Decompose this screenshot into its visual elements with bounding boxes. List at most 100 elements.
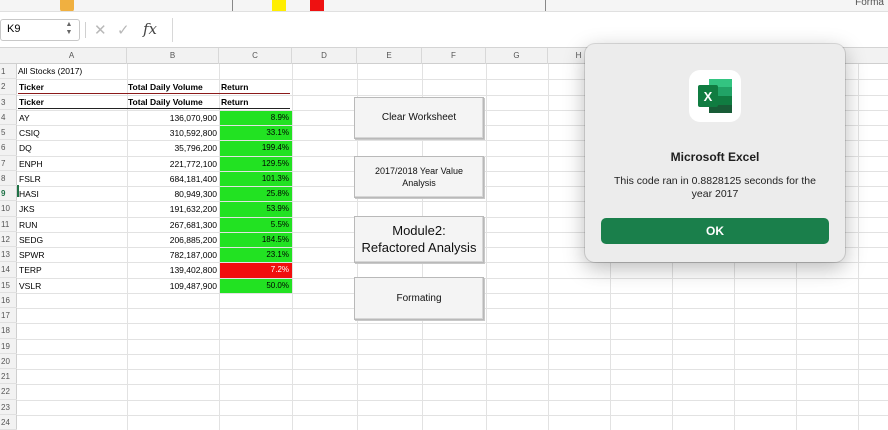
row-header-17[interactable]: 17 — [0, 308, 17, 324]
return-cell[interactable]: 129.5% — [220, 156, 292, 171]
header-return[interactable]: Return — [220, 80, 290, 94]
row-header-8[interactable]: 8 — [0, 171, 17, 186]
refactored-analysis-label-line1: Module2: — [392, 223, 446, 238]
ticker-cell[interactable]: SPWR — [18, 248, 126, 262]
column-header-d[interactable]: D — [292, 48, 357, 64]
ticker-cell[interactable]: ENPH — [18, 157, 126, 171]
column-header-e[interactable]: E — [357, 48, 422, 64]
volume-cell[interactable]: 109,487,900 — [128, 279, 219, 293]
ribbon-divider — [232, 0, 233, 11]
row-header-11[interactable]: 11 — [0, 217, 17, 232]
row-header-14[interactable]: 14 — [0, 262, 17, 278]
return-cell[interactable]: 184.5% — [220, 232, 292, 247]
return-cell[interactable]: 33.1% — [220, 126, 292, 141]
row-header-7[interactable]: 7 — [0, 156, 17, 171]
volume-cell[interactable]: 267,681,300 — [128, 218, 219, 232]
enter-checkmark-icon[interactable]: ✓ — [117, 21, 130, 39]
row-header-9[interactable]: 9 — [0, 186, 17, 202]
active-row-marker — [17, 185, 19, 197]
return-cell[interactable]: 53.9% — [220, 202, 292, 217]
row-header-2[interactable]: 2 — [0, 79, 17, 95]
return-cell[interactable]: 101.3% — [220, 171, 292, 186]
ticker-cell[interactable]: DQ — [18, 141, 126, 155]
return-cell[interactable]: 7.2% — [220, 263, 292, 278]
ribbon-divider — [545, 0, 546, 11]
volume-cell[interactable]: 139,402,800 — [128, 263, 219, 277]
row-header-13[interactable]: 13 — [0, 247, 17, 263]
return-cell[interactable]: 5.5% — [220, 217, 292, 232]
ticker-cell[interactable]: CSIQ — [18, 126, 126, 140]
row-header-18[interactable]: 18 — [0, 323, 17, 339]
row-header-10[interactable]: 10 — [0, 201, 17, 217]
row-header-4[interactable]: 4 — [0, 110, 17, 125]
header-return[interactable]: Return — [220, 95, 290, 109]
header-volume[interactable]: Total Daily Volume — [127, 80, 220, 94]
volume-cell[interactable]: 684,181,400 — [128, 172, 219, 186]
volume-cell[interactable]: 191,632,200 — [128, 202, 219, 216]
ok-button[interactable]: OK — [601, 218, 829, 244]
row-header-6[interactable]: 6 — [0, 140, 17, 156]
year-value-analysis-button[interactable]: 2017/2018 Year Value Analysis — [354, 156, 484, 198]
year-value-analysis-label-line1: 2017/2018 Year Value — [375, 166, 463, 176]
cancel-icon[interactable]: ✕ — [94, 21, 107, 39]
ribbon-strip: Forma — [0, 0, 888, 12]
row-header-15[interactable]: 15 — [0, 278, 17, 293]
return-cell[interactable]: 25.8% — [220, 187, 292, 202]
row-header-19[interactable]: 19 — [0, 339, 17, 354]
header-ticker[interactable]: Ticker — [18, 95, 127, 109]
row-header-1[interactable]: 1 — [0, 64, 17, 80]
column-header-a[interactable]: A — [17, 48, 127, 64]
clear-worksheet-label: Clear Worksheet — [381, 112, 457, 123]
ticker-cell[interactable]: FSLR — [18, 172, 126, 186]
column-header-c[interactable]: C — [219, 48, 292, 64]
column-header-g[interactable]: G — [486, 48, 548, 64]
return-cell[interactable]: 8.9% — [220, 110, 292, 125]
row-header-23[interactable]: 23 — [0, 400, 17, 415]
volume-cell[interactable]: 221,772,100 — [128, 157, 219, 171]
insert-function-icon[interactable]: fx — [143, 20, 157, 38]
ticker-cell[interactable]: AY — [18, 111, 126, 125]
refactored-analysis-button[interactable]: Module2: Refactored Analysis — [354, 216, 484, 263]
formula-input[interactable] — [172, 18, 872, 42]
row-header-5[interactable]: 5 — [0, 125, 17, 141]
clear-worksheet-button[interactable]: Clear Worksheet — [354, 97, 484, 139]
row-header-22[interactable]: 22 — [0, 384, 17, 400]
ticker-cell[interactable]: RUN — [18, 218, 126, 232]
return-cell[interactable]: 23.1% — [220, 248, 292, 263]
ribbon-red-swatch[interactable] — [310, 0, 324, 11]
ribbon-format-label[interactable]: Forma — [855, 0, 884, 8]
volume-cell[interactable]: 80,949,300 — [128, 187, 219, 201]
return-cell[interactable]: 50.0% — [220, 278, 292, 293]
row-header-24[interactable]: 24 — [0, 415, 17, 430]
volume-cell[interactable]: 136,070,900 — [128, 111, 219, 125]
ticker-cell[interactable]: SEDG — [18, 233, 126, 247]
excel-app-icon: X — [689, 70, 741, 122]
formatting-button[interactable]: Formating — [354, 277, 484, 320]
formula-bar: K9 ▲ ▼ ✕ ✓ fx — [0, 12, 888, 48]
formatting-label: Formating — [396, 293, 442, 304]
row-header-20[interactable]: 20 — [0, 354, 17, 369]
ribbon-yellow-swatch[interactable] — [272, 0, 286, 11]
return-cell[interactable]: 199.4% — [220, 141, 292, 156]
ticker-cell[interactable]: VSLR — [18, 279, 126, 293]
row-header-12[interactable]: 12 — [0, 232, 17, 247]
ticker-cell[interactable]: TERP — [18, 263, 126, 277]
name-box-stepper-icon[interactable]: ▲ ▼ — [64, 21, 74, 39]
column-header-f[interactable]: F — [422, 48, 486, 64]
row-headers: 1 2 3 4 5 6 7 8 9 10 11 12 13 14 15 16 17 18 19 20 21 22 23 24 — [0, 64, 17, 430]
column-header-b[interactable]: B — [127, 48, 219, 64]
header-volume[interactable]: Total Daily Volume — [127, 95, 220, 109]
volume-cell[interactable]: 206,885,200 — [128, 233, 219, 247]
row-header-3[interactable]: 3 — [0, 95, 17, 110]
volume-cell[interactable]: 782,187,000 — [128, 248, 219, 262]
row-header-16[interactable]: 16 — [0, 293, 17, 308]
message-dialog: X Microsoft Excel This code ran in 0.882… — [585, 44, 845, 262]
ribbon-paintbrush-icon[interactable] — [60, 0, 74, 11]
ticker-cell[interactable]: JKS — [18, 202, 126, 216]
volume-cell[interactable]: 35,796,200 — [128, 141, 219, 155]
header-ticker[interactable]: Ticker — [18, 80, 127, 94]
ticker-cell[interactable]: HASI — [18, 187, 126, 201]
cell-a1-title[interactable]: All Stocks (2017) — [18, 65, 126, 77]
row-header-21[interactable]: 21 — [0, 369, 17, 385]
volume-cell[interactable]: 310,592,800 — [128, 126, 219, 140]
